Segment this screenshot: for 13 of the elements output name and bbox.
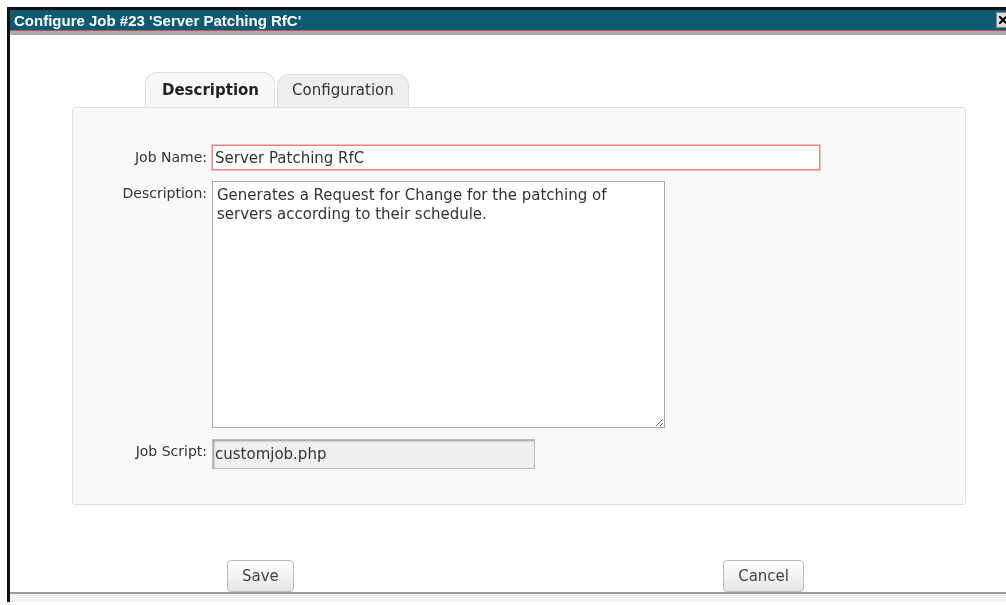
window-title: Configure Job #23 'Server Patching RfC'	[14, 11, 302, 29]
close-icon	[999, 16, 1006, 24]
close-button[interactable]	[996, 12, 1006, 28]
job-script-field[interactable]: customjob.php	[212, 439, 535, 469]
field-label: Description:	[121, 184, 207, 201]
tab[interactable]: Configuration	[277, 74, 409, 107]
cancel-button[interactable]: Cancel	[723, 560, 804, 592]
description-field[interactable]: Generates a Request for Change for the patching of servers according to their schedule.	[212, 181, 665, 428]
field-label: Job Name:	[133, 148, 207, 165]
field-label: Job Script:	[134, 442, 207, 459]
tab[interactable]: Description	[145, 72, 276, 107]
save-button[interactable]: Save	[227, 560, 294, 592]
job-name-field[interactable]: Server Patching RfC	[212, 145, 820, 170]
